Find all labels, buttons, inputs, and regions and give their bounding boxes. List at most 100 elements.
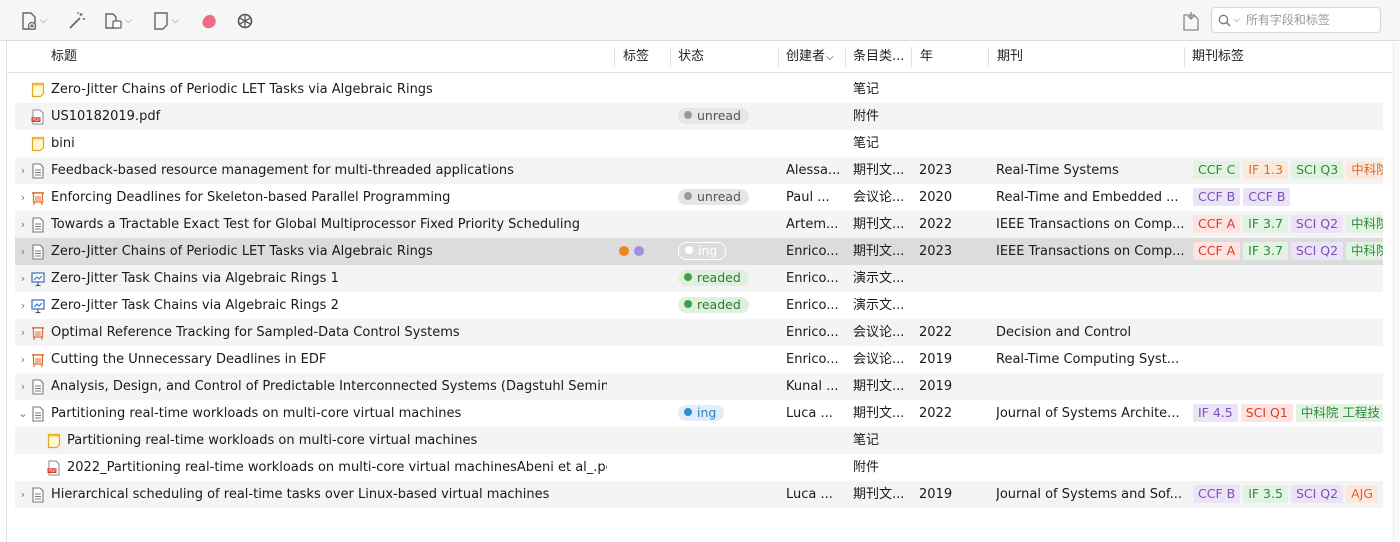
scrollbar[interactable] bbox=[1393, 42, 1400, 542]
item-type-cell: 演示文... bbox=[853, 298, 905, 313]
status-label: ing bbox=[698, 242, 718, 258]
col-separator[interactable] bbox=[911, 47, 912, 67]
chevron-down-icon: ⌵ bbox=[125, 16, 132, 26]
item-title: Optimal Reference Tracking for Sampled-D… bbox=[51, 325, 460, 340]
item-title: Zero-Jitter Task Chains via Algebraic Ri… bbox=[51, 298, 339, 313]
pane-divider bbox=[6, 41, 7, 542]
magic-wand-icon bbox=[69, 12, 85, 29]
chevron-right-icon[interactable]: › bbox=[17, 346, 29, 373]
table-row[interactable]: › Enforcing Deadlines for Skeleton-based … bbox=[15, 184, 1383, 211]
creator-cell bbox=[786, 130, 846, 157]
pdf-icon: PDF bbox=[31, 109, 45, 125]
journal-tag-badge: 中科院 bbox=[1346, 214, 1383, 233]
status-badge: unread bbox=[678, 107, 749, 124]
magic-wand-button[interactable] bbox=[67, 9, 87, 33]
chevron-right-icon[interactable]: › bbox=[17, 373, 29, 400]
status-dot-icon bbox=[684, 273, 692, 281]
sync-button[interactable] bbox=[1181, 9, 1201, 33]
chevron-right-icon[interactable]: › bbox=[17, 211, 29, 238]
journal-tag-badge: IF 3.5 bbox=[1243, 484, 1288, 503]
creator-cell bbox=[786, 427, 846, 454]
journal-cell bbox=[996, 76, 1186, 103]
item-type-cell: 笔记 bbox=[853, 433, 880, 448]
col-separator[interactable] bbox=[614, 47, 615, 67]
col-year[interactable]: 年 bbox=[920, 42, 933, 72]
col-separator[interactable] bbox=[988, 47, 989, 67]
table-row[interactable]: bini 笔记 bbox=[15, 130, 1383, 157]
tag-dots bbox=[619, 238, 649, 265]
note-icon bbox=[154, 12, 168, 30]
item-title: Towards a Tractable Exact Test for Globa… bbox=[51, 217, 581, 232]
table-row[interactable]: PDF US10182019.pdf unread 附件 bbox=[15, 103, 1383, 130]
col-title[interactable]: 标题 bbox=[51, 42, 77, 72]
table-row[interactable]: › Towards a Tractable Exact Test for Glob… bbox=[15, 211, 1383, 238]
article-icon bbox=[31, 217, 45, 233]
note-icon bbox=[47, 433, 61, 449]
search-input[interactable] bbox=[1243, 12, 1373, 28]
journal-cell bbox=[996, 103, 1186, 130]
journal-tag-badge: SCI Q2 bbox=[1290, 484, 1344, 503]
col-journal-tags[interactable]: 期刊标签 bbox=[1192, 42, 1244, 72]
journal-cell bbox=[996, 454, 1186, 481]
col-separator[interactable] bbox=[1184, 47, 1185, 67]
add-attachment-button[interactable]: ⌵ bbox=[103, 9, 132, 33]
table-row[interactable]: Zero-Jitter Chains of Periodic LET Tasks… bbox=[15, 76, 1383, 103]
table-row[interactable]: Partitioning real-time workloads on mult… bbox=[15, 427, 1383, 454]
year-cell bbox=[919, 130, 989, 157]
col-tags[interactable]: 标签 bbox=[623, 42, 649, 72]
chevron-right-icon[interactable]: › bbox=[17, 157, 29, 184]
chevron-right-icon[interactable]: › bbox=[17, 319, 29, 346]
year-cell bbox=[919, 292, 989, 319]
col-separator[interactable] bbox=[845, 47, 846, 67]
chevron-right-icon[interactable]: › bbox=[17, 184, 29, 211]
journal-tag-badge: 中科院 工程技 bbox=[1295, 403, 1383, 422]
table-row[interactable]: › Analysis, Design, and Control of Predic… bbox=[15, 373, 1383, 400]
table-row[interactable]: › Feedback-based resource management for … bbox=[15, 157, 1383, 184]
journal-cell bbox=[996, 292, 1186, 319]
col-separator[interactable] bbox=[778, 47, 779, 67]
creator-cell: Artem... bbox=[786, 217, 839, 232]
table-row[interactable]: › Zero-Jitter Task Chains via Algebraic R… bbox=[15, 292, 1383, 319]
table-row[interactable]: › Optimal Reference Tracking for Sampled-… bbox=[15, 319, 1383, 346]
year-cell: 2019 bbox=[919, 487, 953, 502]
new-note-button[interactable]: ⌵ bbox=[152, 9, 179, 33]
highlight-button[interactable] bbox=[199, 9, 219, 33]
chevron-down-icon[interactable]: ⌵ bbox=[1233, 15, 1240, 25]
col-status[interactable]: 状态 bbox=[678, 42, 704, 72]
status-label: readed bbox=[697, 269, 741, 285]
journal-cell: IEEE Transactions on Comp... bbox=[996, 244, 1185, 259]
col-separator[interactable] bbox=[670, 47, 671, 67]
search-box[interactable]: ⌵ bbox=[1211, 7, 1381, 33]
col-type[interactable]: 条目类... bbox=[853, 42, 904, 72]
table-row[interactable]: ⌄ Partitioning real-time workloads on mul… bbox=[15, 400, 1383, 427]
col-creator[interactable]: 创建者⌵ bbox=[786, 42, 834, 72]
gpt-button[interactable] bbox=[235, 9, 255, 33]
journal-tag-badge: SCI Q3 bbox=[1291, 160, 1344, 179]
journal-tags-cell: CCF B IF 3.5 SCI Q2 AJG bbox=[1193, 481, 1383, 508]
chevron-right-icon[interactable]: › bbox=[17, 292, 29, 319]
table-row[interactable]: › Zero-Jitter Task Chains via Algebraic R… bbox=[15, 265, 1383, 292]
tag-dot bbox=[634, 245, 644, 256]
new-item-button[interactable]: ⌵ bbox=[20, 9, 47, 33]
svg-text:PDF: PDF bbox=[49, 468, 58, 473]
status-badge: ing bbox=[678, 404, 725, 421]
item-title: 2022_Partitioning real-time workloads on… bbox=[67, 460, 607, 475]
blob-icon bbox=[202, 14, 216, 29]
chevron-right-icon[interactable]: › bbox=[17, 238, 29, 265]
item-type-cell: 附件 bbox=[853, 109, 880, 124]
presentation-icon bbox=[31, 298, 45, 314]
journal-cell: Real-Time Computing Syst... bbox=[996, 352, 1180, 367]
table-row[interactable]: › Zero-Jitter Chains of Periodic LET Task… bbox=[15, 238, 1383, 265]
creator-cell: Luca ... bbox=[786, 487, 833, 502]
chevron-down-icon[interactable]: ⌄ bbox=[17, 400, 29, 427]
table-row[interactable]: › Cutting the Unnecessary Deadlines in ED… bbox=[15, 346, 1383, 373]
note-icon bbox=[31, 82, 45, 98]
table-row[interactable]: › Hierarchical scheduling of real-time ta… bbox=[15, 481, 1383, 508]
toolbar: ⌵ ⌵ ⌵ ⌵ bbox=[0, 0, 1400, 41]
journal-tag-badge: CCF A bbox=[1193, 241, 1241, 260]
item-title: bini bbox=[51, 136, 75, 151]
table-row[interactable]: PDF 2022_Partitioning real-time workloads… bbox=[15, 454, 1383, 481]
col-journal[interactable]: 期刊 bbox=[997, 42, 1023, 72]
chevron-right-icon[interactable]: › bbox=[17, 481, 29, 508]
chevron-right-icon[interactable]: › bbox=[17, 265, 29, 292]
